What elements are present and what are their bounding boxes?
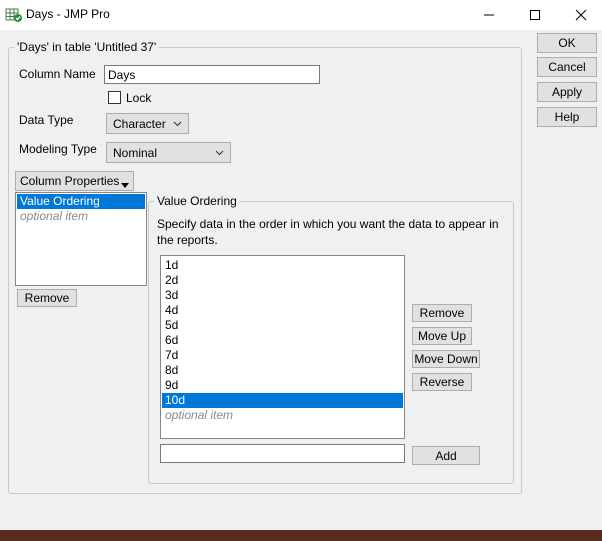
apply-button[interactable]: Apply bbox=[537, 82, 597, 102]
lock-checkbox[interactable] bbox=[108, 91, 121, 104]
data-type-label: Data Type bbox=[19, 113, 74, 127]
help-button[interactable]: Help bbox=[537, 107, 597, 127]
modeling-type-value: Nominal bbox=[113, 145, 158, 160]
ok-button[interactable]: OK bbox=[537, 33, 597, 53]
frame-legend: 'Days' in table 'Untitled 37' bbox=[14, 40, 160, 54]
value-list-item[interactable]: 2d bbox=[162, 273, 403, 288]
close-icon bbox=[575, 9, 587, 21]
values-listbox[interactable]: 1d 2d 3d 4d 5d 6d 7d 8d 9d 10d optional item bbox=[160, 255, 405, 439]
remove-value-button[interactable]: Remove bbox=[412, 304, 472, 322]
value-list-item[interactable]: 4d bbox=[162, 303, 403, 318]
data-type-dropdown[interactable]: Character bbox=[106, 113, 189, 134]
chevron-down-icon bbox=[173, 114, 182, 133]
value-list-item[interactable]: 3d bbox=[162, 288, 403, 303]
value-ordering-description: Specify data in the order in which you w… bbox=[157, 217, 499, 247]
move-up-button[interactable]: Move Up bbox=[412, 327, 472, 345]
value-list-item[interactable]: 9d bbox=[162, 378, 403, 393]
modeling-type-dropdown[interactable]: Nominal bbox=[106, 142, 231, 163]
window-title: Days - JMP Pro bbox=[26, 7, 110, 21]
value-ordering-title: Value Ordering bbox=[154, 194, 240, 208]
column-properties-label: Column Properties bbox=[20, 174, 120, 188]
jmp-app-icon bbox=[5, 6, 23, 24]
reverse-button[interactable]: Reverse bbox=[412, 373, 472, 391]
lock-label: Lock bbox=[126, 91, 152, 105]
value-list-item[interactable]: 7d bbox=[162, 348, 403, 363]
minimize-button[interactable] bbox=[466, 0, 512, 30]
desktop-background-strip bbox=[0, 530, 602, 541]
value-list-item[interactable]: 1d bbox=[162, 258, 403, 273]
minimize-icon bbox=[484, 14, 494, 16]
properties-listbox[interactable]: Value Ordering optional item bbox=[15, 192, 147, 286]
add-value-button[interactable]: Add bbox=[412, 446, 480, 465]
cancel-button[interactable]: Cancel bbox=[537, 57, 597, 77]
list-item-value-ordering[interactable]: Value Ordering bbox=[17, 194, 145, 209]
column-name-input[interactable]: Days bbox=[104, 65, 320, 84]
maximize-icon bbox=[530, 10, 540, 20]
maximize-button[interactable] bbox=[512, 0, 558, 30]
data-type-value: Character bbox=[113, 116, 166, 131]
move-down-button[interactable]: Move Down bbox=[412, 350, 480, 368]
value-list-item[interactable]: 6d bbox=[162, 333, 403, 348]
column-name-label: Column Name bbox=[19, 67, 96, 81]
remove-property-button[interactable]: Remove bbox=[17, 289, 77, 307]
close-button[interactable] bbox=[558, 0, 602, 30]
chevron-down-icon bbox=[215, 143, 224, 162]
value-list-item[interactable]: 10d bbox=[162, 393, 403, 408]
add-value-input[interactable] bbox=[160, 444, 405, 463]
column-properties-button[interactable]: Column Properties bbox=[15, 171, 134, 191]
modeling-type-label: Modeling Type bbox=[19, 142, 97, 156]
value-list-optional-item[interactable]: optional item bbox=[162, 408, 403, 423]
value-list-item[interactable]: 5d bbox=[162, 318, 403, 333]
list-item-optional[interactable]: optional item bbox=[17, 209, 145, 224]
value-list-item[interactable]: 8d bbox=[162, 363, 403, 378]
caret-down-icon bbox=[121, 178, 129, 192]
